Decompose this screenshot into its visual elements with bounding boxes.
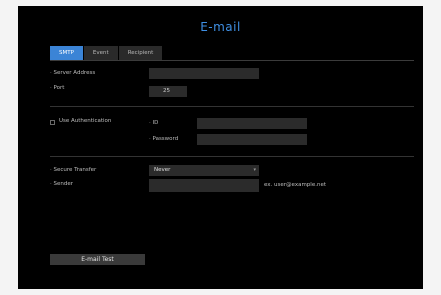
tab-recipient[interactable]: Recipient <box>118 46 163 60</box>
secure-transfer-value: Never <box>154 167 171 173</box>
password-input[interactable] <box>197 134 307 145</box>
port-input[interactable]: 25 <box>149 86 187 97</box>
chevron-down-icon: ▾ <box>253 167 256 173</box>
tab-divider <box>50 60 414 61</box>
tab-smtp[interactable]: SMTP <box>50 46 83 60</box>
sender-hint: ex. user@example.net <box>264 182 326 188</box>
email-test-button[interactable]: E-mail Test <box>50 254 145 265</box>
id-label: ID <box>149 120 159 126</box>
section-divider <box>50 106 414 107</box>
port-label: Port <box>50 85 65 91</box>
email-settings-panel: E-mail SMTP Event Recipient Server Addre… <box>18 6 423 289</box>
server-address-label: Server Address <box>50 70 96 76</box>
page-title: E-mail <box>200 20 241 34</box>
tab-event[interactable]: Event <box>83 46 118 60</box>
secure-transfer-label: Secure Transfer <box>50 167 97 173</box>
password-label: Password <box>149 136 179 142</box>
server-address-input[interactable] <box>149 68 259 79</box>
use-authentication-checkbox[interactable] <box>50 120 55 125</box>
section-divider <box>50 156 414 157</box>
secure-transfer-select[interactable]: Never ▾ <box>149 165 259 176</box>
sender-label: Sender <box>50 181 74 187</box>
use-authentication-label: Use Authentication <box>59 118 112 124</box>
id-input[interactable] <box>197 118 307 129</box>
tab-bar: SMTP Event Recipient <box>50 46 163 60</box>
sender-input[interactable] <box>149 179 259 192</box>
